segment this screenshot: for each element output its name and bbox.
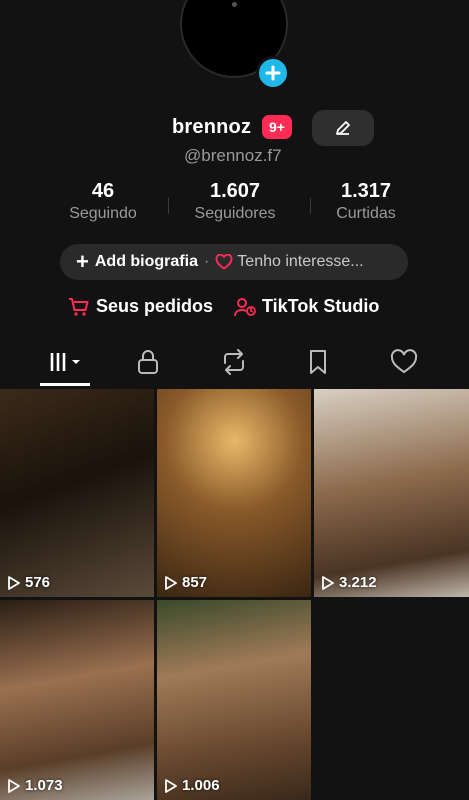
username: brennoz	[172, 116, 252, 138]
play-icon	[165, 575, 177, 590]
view-count-value: 576	[25, 574, 51, 591]
studio-label: TikTok Studio	[262, 296, 380, 316]
tab-liked[interactable]	[384, 346, 424, 378]
play-icon	[165, 778, 177, 793]
edit-profile-button[interactable]	[312, 110, 374, 146]
video-thumbnail[interactable]: 1.073	[0, 600, 154, 800]
cart-icon	[69, 297, 89, 316]
notification-badge[interactable]: 9+	[262, 115, 292, 139]
stat-divider	[168, 198, 169, 214]
view-count: 857	[165, 574, 207, 591]
view-count-value: 3.212	[339, 574, 377, 591]
view-count: 3.212	[322, 574, 377, 591]
pencil-icon	[336, 121, 350, 135]
video-thumbnail[interactable]: 857	[157, 389, 311, 597]
bookmark-icon	[310, 350, 326, 374]
heart-outline-icon	[215, 254, 233, 270]
avatar-dot	[232, 2, 237, 7]
add-avatar-button[interactable]	[256, 56, 290, 90]
bio-pill[interactable]: + Add biografia · Tenho interesse...	[60, 244, 408, 280]
stat-following[interactable]: 46 Seguindo	[60, 180, 146, 223]
view-count-value: 1.073	[25, 777, 63, 794]
repost-icon	[224, 349, 244, 375]
add-bio-link[interactable]: Add biografia	[95, 253, 198, 271]
tab-private[interactable]	[128, 346, 168, 378]
active-tab-underline	[40, 383, 90, 386]
bio-separator: ·	[203, 253, 210, 270]
video-thumbnail[interactable]: 3.212	[314, 389, 469, 597]
plus-icon	[265, 65, 281, 81]
stat-value: 1.607	[209, 180, 261, 202]
stat-value: 1.317	[340, 180, 392, 202]
stat-likes[interactable]: 1.317 Curtidas	[326, 180, 406, 223]
orders-link[interactable]: Seus pedidos	[68, 296, 213, 317]
view-count: 1.073	[8, 777, 63, 794]
stat-divider	[310, 198, 311, 214]
stat-label: Curtidas	[336, 205, 396, 222]
play-icon	[322, 575, 334, 590]
play-icon	[8, 778, 20, 793]
video-thumbnail[interactable]: 576	[0, 389, 154, 597]
tab-videos[interactable]	[46, 346, 86, 378]
interest-link[interactable]: Tenho interesse...	[237, 253, 363, 271]
stat-label: Seguindo	[69, 205, 137, 222]
play-icon	[8, 575, 20, 590]
stat-followers[interactable]: 1.607 Seguidores	[182, 180, 288, 223]
studio-person-icon	[234, 297, 256, 316]
view-count: 1.006	[165, 777, 220, 794]
view-count: 576	[8, 574, 50, 591]
videos-grid-icon	[50, 353, 80, 371]
lock-icon	[138, 350, 158, 374]
stat-label: Seguidores	[194, 205, 276, 222]
view-count-value: 1.006	[182, 777, 220, 794]
stat-value: 46	[91, 180, 115, 202]
tab-reposts[interactable]	[214, 346, 254, 378]
video-thumbnail[interactable]: 1.006	[157, 600, 311, 800]
plus-icon: +	[76, 249, 89, 274]
handle: @brennoz.f7	[184, 146, 282, 165]
studio-link[interactable]: TikTok Studio	[234, 296, 379, 317]
view-count-value: 857	[182, 574, 208, 591]
heart-icon	[390, 349, 418, 374]
tab-saved[interactable]	[298, 346, 338, 378]
orders-label: Seus pedidos	[96, 296, 214, 316]
